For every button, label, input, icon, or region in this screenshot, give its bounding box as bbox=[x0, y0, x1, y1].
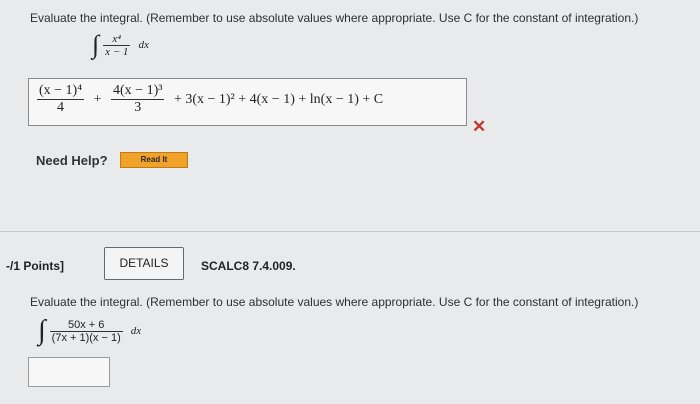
integral-sign: ∫ bbox=[92, 30, 100, 59]
integrand-denominator: x − 1 bbox=[103, 44, 131, 58]
answer-term1-numerator: (x − 1)⁴ bbox=[39, 83, 83, 98]
answer-term2-numerator: 4(x − 1)³ bbox=[113, 83, 163, 98]
section-divider bbox=[0, 231, 700, 232]
problem-id: SCALC8 7.4.009. bbox=[201, 259, 296, 273]
question2-answer-input[interactable] bbox=[28, 357, 110, 387]
question1-integral: ∫ x⁴ x − 1 dx bbox=[92, 30, 149, 68]
integrand-fraction: x⁴ x − 1 bbox=[103, 32, 131, 58]
question2-integral: ∫ 50x + 6 (7x + 1)(x − 1) dx bbox=[38, 315, 141, 355]
integrand-numerator-2: 50x + 6 bbox=[68, 318, 105, 331]
integrand-dx: dx bbox=[138, 39, 149, 51]
integrand-dx-2: dx bbox=[130, 325, 142, 337]
need-help-label: Need Help? bbox=[36, 153, 108, 168]
points-label: -/1 Points] bbox=[6, 259, 65, 273]
answer-plus: + bbox=[93, 91, 102, 107]
answer-term1-denominator: 4 bbox=[37, 99, 85, 116]
question1-answer-expression: (x − 1)⁴ 4 + 4(x − 1)³ 3 + 3(x − 1)² + 4… bbox=[37, 83, 383, 116]
read-it-button[interactable]: Read It bbox=[120, 152, 188, 168]
wrong-x-icon: ✕ bbox=[472, 117, 487, 136]
answer-term1: (x − 1)⁴ 4 bbox=[37, 83, 85, 116]
integrand-numerator: x⁴ bbox=[112, 32, 122, 45]
integral-sign-2: ∫ bbox=[38, 315, 46, 346]
integrand-denominator-2: (7x + 1)(x − 1) bbox=[49, 330, 123, 344]
question1-answer-box[interactable]: (x − 1)⁴ 4 + 4(x − 1)³ 3 + 3(x − 1)² + 4… bbox=[28, 78, 467, 126]
details-button[interactable]: DETAILS bbox=[104, 247, 184, 280]
answer-rest: + 3(x − 1)² + 4(x − 1) + ln(x − 1) + C bbox=[173, 91, 384, 107]
question1-prompt: Evaluate the integral. (Remember to use … bbox=[30, 11, 639, 25]
answer-term2-denominator: 3 bbox=[111, 99, 165, 116]
answer-term2: 4(x − 1)³ 3 bbox=[111, 83, 165, 116]
integrand-fraction-2: 50x + 6 (7x + 1)(x − 1) bbox=[49, 318, 123, 344]
question2-prompt: Evaluate the integral. (Remember to use … bbox=[30, 295, 639, 309]
